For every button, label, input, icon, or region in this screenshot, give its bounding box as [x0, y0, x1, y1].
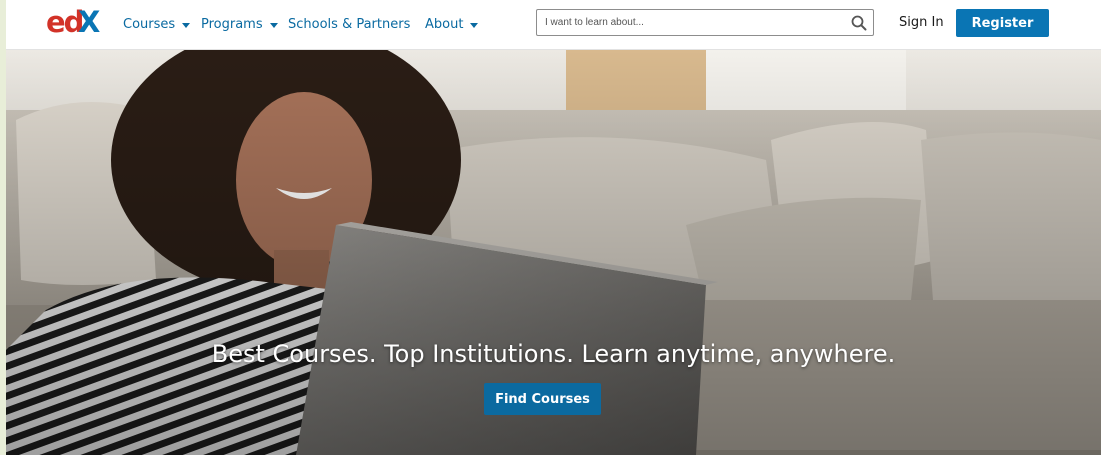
chevron-down-icon — [470, 22, 479, 28]
chevron-down-icon — [182, 22, 191, 28]
find-courses-button[interactable]: Find Courses — [484, 383, 601, 415]
nav-programs[interactable]: Programs — [201, 14, 278, 34]
nav-programs-label: Programs — [201, 16, 263, 32]
nav-schools-partners[interactable]: Schools & Partners — [288, 14, 410, 34]
nav-about-label: About — [425, 16, 464, 32]
search-icon — [851, 15, 867, 30]
edx-logo[interactable]: ed X — [46, 5, 104, 39]
search-input[interactable] — [537, 10, 845, 35]
site-header: ed X Courses Programs Schools & Partners… — [6, 0, 1101, 50]
nav-schools-partners-label: Schools & Partners — [288, 16, 411, 32]
sign-in-link[interactable]: Sign In — [899, 15, 944, 30]
nav-courses[interactable]: Courses — [123, 14, 191, 34]
nav-courses-label: Courses — [123, 16, 176, 32]
chevron-down-icon — [269, 22, 278, 28]
search-box — [536, 9, 874, 36]
browser-viewport: ed X Courses Programs Schools & Partners… — [6, 0, 1101, 455]
register-button[interactable]: Register — [956, 9, 1049, 37]
svg-text:X: X — [78, 6, 100, 38]
hero-tagline: Best Courses. Top Institutions. Learn an… — [211, 340, 896, 368]
nav-about[interactable]: About — [425, 14, 479, 34]
search-button[interactable] — [845, 10, 873, 35]
hero-banner: Best Courses. Top Institutions. Learn an… — [6, 50, 1101, 455]
